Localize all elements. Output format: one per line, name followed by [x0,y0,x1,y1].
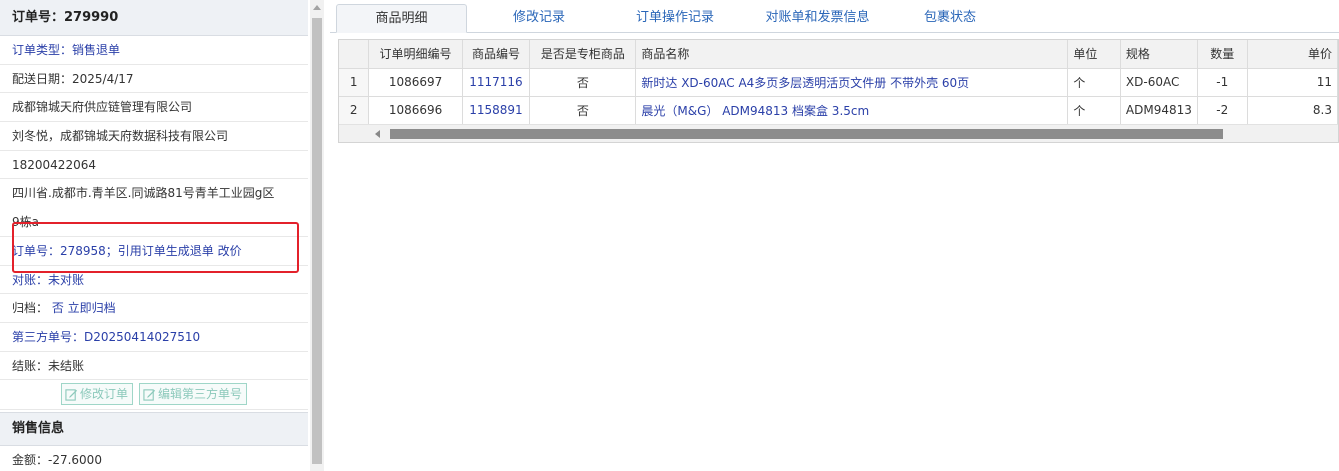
col-header-unit[interactable]: 单位 [1067,40,1121,69]
tab-package-status[interactable]: 包裹状态 [905,4,995,33]
table-header-row: 订单明细编号 商品编号 是否是专柜商品 商品名称 单位 规格 数量 单价 [339,40,1338,69]
product-name-link[interactable]: 晨光（M&G） ADM94813 档案盒 3.5cm [635,96,1069,125]
scroll-up-icon[interactable] [313,5,321,10]
col-header-product-id[interactable]: 商品编号 [462,40,531,69]
col-header-counter-product[interactable]: 是否是专柜商品 [529,40,637,69]
scrollbar-thumb[interactable] [312,18,322,464]
left-vertical-scrollbar[interactable] [310,0,324,471]
unit: 个 [1067,96,1121,125]
archive-now-link[interactable]: 否 立即归档 [52,301,116,315]
sales-info-header: 销售信息 [0,412,308,447]
archive-row: 归档： 否 立即归档 [0,294,308,323]
col-header-product-name[interactable]: 商品名称 [635,40,1069,69]
unit-price: 11 [1247,68,1338,97]
counter-product: 否 [529,96,637,125]
col-header-spec[interactable]: 规格 [1120,40,1198,69]
unit-price: 8.3 [1247,96,1338,125]
edit-icon [143,389,156,401]
contact-info: 刘冬悦，成都锦城天府数据科技有限公司 [0,122,308,151]
product-id-link[interactable]: 1117116 [462,68,531,97]
address-line-2: 9栋a [0,208,308,237]
third-party-label: 第三方单号： [12,329,85,344]
quantity: -1 [1197,68,1248,97]
edit-order-label: 修改订单 [79,387,128,402]
referenced-order-row: 订单号：278958；引用订单生成退单 改价 [0,237,308,266]
product-name-link[interactable]: 新时达 XD-60AC A4多页多层透明活页文件册 不带外壳 60页 [635,68,1069,97]
row-index: 1 [339,68,370,97]
col-header-unit-price[interactable]: 单价 [1247,40,1338,69]
third-party-row: 第三方单号：D20250414027510 [0,323,308,352]
change-price-link[interactable]: 改价 [218,244,242,258]
order-info-list: 订单号：279990 订单类型：销售退单 配送日期：2025/4/17 成都锦城… [0,0,308,471]
unit: 个 [1067,68,1121,97]
col-header-quantity[interactable]: 数量 [1197,40,1248,69]
edit-third-party-button[interactable]: 编辑第三方单号 [139,383,248,406]
third-party-number: D20250414027510 [84,329,201,344]
detail-panel: 商品明细 修改记录 订单操作记录 对账单和发票信息 包裹状态 订单明细编号 商品… [330,0,1339,471]
table-row[interactable]: 1 1086697 1117116 否 新时达 XD-60AC A4多页多层透明… [339,68,1338,97]
archive-label: 归档： [12,301,49,316]
tab-order-operation-log[interactable]: 订单操作记录 [620,4,730,33]
tab-change-log[interactable]: 修改记录 [490,4,588,33]
address-line-1: 四川省.成都市.青羊区.同诚路81号青羊工业园g区 [12,186,275,201]
settle-status: 结账：未结账 [0,352,308,381]
counter-product: 否 [529,68,637,97]
scroll-left-icon[interactable] [375,130,380,138]
product-grid: 订单明细编号 商品编号 是否是专柜商品 商品名称 单位 规格 数量 单价 1 1… [338,39,1339,143]
referenced-order-text: 订单号：278958；引用订单生成退单 [12,243,214,258]
product-table: 订单明细编号 商品编号 是否是专柜商品 商品名称 单位 规格 数量 单价 1 1… [339,40,1338,125]
edit-icon [65,389,78,401]
table-row[interactable]: 2 1086696 1158891 否 晨光（M&G） ADM94813 档案盒… [339,96,1338,125]
reconcile-label: 对账： [12,272,49,287]
supplier-name: 成都锦城天府供应链管理有限公司 [0,93,308,123]
order-type: 订单类型：销售退单 [0,36,308,65]
product-id-link[interactable]: 1158891 [462,96,531,125]
reconcile-status: 未对账 [48,272,85,287]
scrollbar-thumb[interactable] [390,129,1223,139]
grid-horizontal-scrollbar[interactable] [339,124,1338,142]
spec: ADM94813 [1120,96,1198,125]
order-info-panel: 订单号：279990 订单类型：销售退单 配送日期：2025/4/17 成都锦城… [0,0,324,471]
col-header-index [339,40,370,69]
col-header-detail-id[interactable]: 订单明细编号 [368,40,463,69]
detail-tabs: 商品明细 修改记录 订单操作记录 对账单和发票信息 包裹状态 [330,0,1339,33]
amount: 金额：-27.6000 [0,446,308,471]
order-actions: 修改订单 编辑第三方单号 [0,380,308,411]
delivery-date: 配送日期：2025/4/17 [0,65,308,94]
edit-third-party-label: 编辑第三方单号 [158,387,243,402]
row-index: 2 [339,96,370,125]
phone-number: 18200422064 [0,151,308,180]
quantity: -2 [1197,96,1248,125]
spec: XD-60AC [1120,68,1198,97]
order-number-title: 订单号：279990 [0,0,308,36]
detail-id: 1086696 [368,96,463,125]
detail-id: 1086697 [368,68,463,97]
reconcile-row: 对账：未对账 [0,266,308,295]
tab-product-details[interactable]: 商品明细 [336,4,467,33]
edit-order-button[interactable]: 修改订单 [60,383,133,406]
tab-statement-invoice[interactable]: 对账单和发票信息 [750,4,885,33]
